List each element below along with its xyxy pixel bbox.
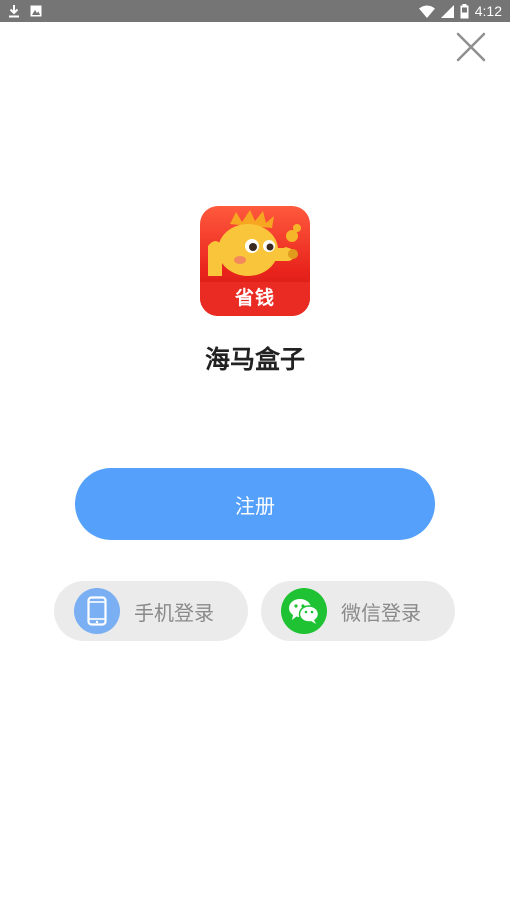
close-icon (456, 32, 486, 62)
status-bar: 4:12 (0, 0, 510, 22)
phone-login-button[interactable]: 手机登录 (54, 581, 248, 641)
wechat-login-button[interactable]: 微信登录 (261, 581, 455, 641)
wechat-icon (281, 588, 327, 634)
close-button[interactable] (454, 30, 488, 64)
wifi-icon (418, 5, 435, 18)
battery-icon (460, 3, 469, 19)
logo-text: 省钱 (234, 287, 275, 309)
signal-icon (440, 4, 454, 18)
phone-login-label: 手机登录 (134, 600, 214, 625)
app-name: 海马盒子 (204, 345, 305, 374)
phone-icon (74, 588, 120, 634)
image-icon (30, 5, 42, 17)
download-icon (8, 4, 20, 18)
app-logo: 省钱 (200, 206, 310, 316)
status-time: 4:12 (474, 3, 502, 19)
register-button[interactable]: 注册 (75, 468, 435, 540)
wechat-login-label: 微信登录 (341, 600, 421, 625)
